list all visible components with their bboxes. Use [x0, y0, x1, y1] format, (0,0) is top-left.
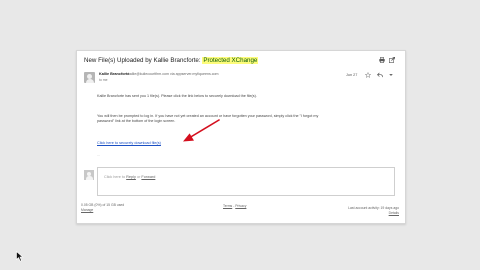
recipient-label[interactable]: to me — [99, 78, 107, 82]
forward-link[interactable]: Forward — [141, 175, 155, 179]
star-icon[interactable] — [365, 72, 371, 78]
message-date: Jun 27 — [346, 73, 358, 77]
reply-box[interactable]: Click here to Reply or Forward — [97, 167, 395, 196]
account-activity: Last account activity: 19 days ago Detai… — [348, 206, 399, 215]
subject-text: New File(s) Uploaded by Kallie Brancfort… — [84, 57, 201, 64]
new-window-icon[interactable] — [389, 57, 395, 63]
subject-highlight: Protected XChange — [202, 57, 259, 64]
terms-link[interactable]: Terms — [223, 204, 232, 208]
manage-link[interactable]: Manage — [81, 208, 124, 213]
reply-icon[interactable] — [377, 72, 383, 78]
red-arrow-annotation — [183, 119, 220, 142]
footer-links: Terms - Privacy — [223, 204, 247, 208]
print-icon[interactable] — [379, 57, 385, 63]
sender-avatar — [84, 72, 95, 83]
storage-usage: 0.05 GB (0%) of 15 GB used Manage — [81, 203, 124, 212]
download-link[interactable]: Click here to securely download file(s) — [97, 141, 161, 145]
reply-prompt: Click here to Reply or Forward — [104, 175, 156, 179]
email-card: New File(s) Uploaded by Kallie Brancfort… — [76, 50, 406, 224]
message-header[interactable]: Kallie Brancforte kallie@kuliecourtfirm.… — [84, 71, 400, 87]
more-icon[interactable] — [388, 72, 394, 78]
body-line-3: password" link at the bottom of the logi… — [97, 119, 176, 123]
storage-text: 0.05 GB (0%) of 15 GB used — [81, 203, 125, 207]
reply-link[interactable]: Reply — [126, 175, 136, 179]
privacy-link[interactable]: Privacy — [235, 204, 246, 208]
sender-name: Kallie Brancforte — [99, 72, 130, 76]
mouse-cursor-icon — [16, 251, 24, 262]
user-avatar — [84, 170, 94, 180]
activity-text: Last account activity: 19 days ago — [348, 206, 399, 210]
sender-email: kallie@kuliecourtfirm.com via appserver.… — [128, 72, 219, 76]
trimmed-content-toggle[interactable]: ... — [97, 153, 100, 157]
email-subject: New File(s) Uploaded by Kallie Brancfort… — [84, 57, 259, 64]
body-line-1: Kallie Brancforte has sent you 1 file(s)… — [97, 94, 257, 98]
details-link[interactable]: Details — [348, 211, 399, 216]
